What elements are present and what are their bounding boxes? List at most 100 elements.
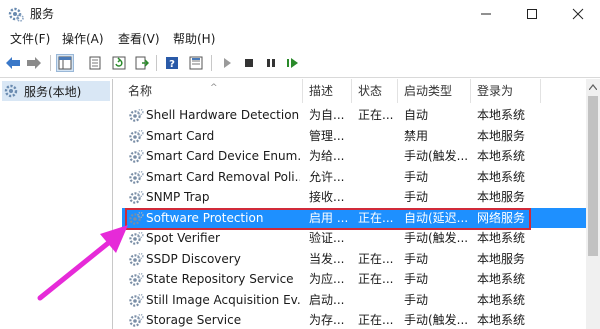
service-status: 正在...: [358, 272, 394, 286]
service-startup-type: 手动: [404, 272, 429, 286]
stop-service-button[interactable]: [240, 54, 258, 72]
service-description: 为给...: [309, 149, 345, 163]
scroll-up-button[interactable]: [586, 79, 600, 95]
service-row[interactable]: SNMP Trap 接收... 手动 本地服务: [122, 187, 586, 208]
service-status: 正在...: [358, 313, 394, 327]
service-status: [358, 187, 396, 207]
menu-bar: 文件(F) 操作(A) 查看(V) 帮助(H): [0, 28, 600, 48]
toolbar-separator: [50, 55, 51, 71]
column-header-log-on-as[interactable]: 登录为: [471, 79, 541, 103]
services-app-icon: [8, 7, 24, 22]
service-name: Shell Hardware Detection: [146, 108, 300, 122]
restart-service-button[interactable]: [284, 54, 302, 72]
service-description: 管理...: [309, 128, 345, 143]
menu-help[interactable]: 帮助(H): [173, 30, 215, 47]
svg-text:?: ?: [169, 59, 175, 70]
scroll-up-arrow-icon: [589, 84, 597, 90]
start-service-icon: [224, 58, 231, 68]
pause-service-icon: [267, 59, 275, 67]
column-header-name-label: 名称: [128, 84, 153, 98]
service-name: Still Image Acquisition Ev...: [146, 292, 300, 307]
service-gear-icon: [129, 190, 144, 204]
service-log-on-as: 网络服务: [477, 210, 526, 225]
back-button[interactable]: [4, 54, 22, 72]
service-row[interactable]: State Repository Service 为应... 正在... 手动 本地系统: [122, 269, 586, 290]
column-header-description[interactable]: 描述: [303, 79, 352, 103]
menu-view[interactable]: 查看(V): [118, 30, 160, 47]
service-name: SNMP Trap: [146, 190, 210, 204]
service-row[interactable]: Spot Verifier 验证... 手动(触发... 本地系统: [122, 228, 586, 249]
export-list-button[interactable]: [133, 54, 151, 72]
service-description: 接收...: [309, 190, 345, 204]
column-header-startup-type[interactable]: 启动类型: [398, 79, 471, 103]
service-row[interactable]: Smart Card Removal Poli... 允许... 手动 本地系统: [122, 167, 586, 188]
service-status: 正在...: [358, 108, 394, 122]
show-hide-console-tree-button[interactable]: [56, 54, 74, 72]
service-status: [358, 146, 396, 166]
service-description: 当发...: [309, 251, 345, 266]
service-log-on-as: 本地系统: [477, 272, 526, 286]
service-row[interactable]: Smart Card Device Enum... 为给... 手动(触发... 本地…: [122, 146, 586, 167]
view-button[interactable]: [187, 54, 205, 72]
service-gear-icon: [129, 108, 144, 122]
start-service-button[interactable]: [218, 54, 236, 72]
window-title: 服务: [30, 7, 55, 21]
service-description: 为自...: [309, 108, 345, 122]
title-bar: 服务: [0, 0, 600, 28]
properties-icon: [89, 56, 101, 70]
minimize-icon: [481, 13, 491, 15]
service-gear-icon: [129, 149, 144, 163]
minimize-button[interactable]: [463, 0, 509, 28]
service-startup-type: 禁用: [404, 128, 429, 143]
console-tree: 服务(本地): [0, 79, 113, 329]
refresh-button[interactable]: [110, 54, 128, 72]
service-description: 为应...: [309, 272, 345, 286]
service-name: Spot Verifier: [146, 231, 220, 245]
menu-action[interactable]: 操作(A): [62, 30, 104, 47]
service-startup-type: 自动(延迟...: [404, 210, 468, 225]
service-row[interactable]: Still Image Acquisition Ev... 启动... 手动 本地系统: [122, 290, 586, 311]
service-name: State Repository Service: [146, 272, 294, 286]
column-header-name[interactable]: ^ 名称: [122, 79, 303, 103]
service-row[interactable]: Storage Service 为存... 正在... 手动(触发... 本地系统: [122, 310, 586, 329]
service-status: [358, 228, 396, 248]
service-gear-icon: [129, 252, 144, 266]
help-icon: ?: [166, 57, 178, 70]
service-startup-type: 手动(触发...: [404, 313, 468, 327]
service-log-on-as: 本地服务: [477, 128, 526, 143]
toolbar: ?: [0, 48, 600, 78]
forward-button[interactable]: [25, 54, 43, 72]
stop-service-icon: [245, 59, 253, 67]
service-name: Storage Service: [146, 313, 242, 327]
forward-icon: [27, 57, 41, 69]
pause-service-button[interactable]: [262, 54, 280, 72]
properties-button[interactable]: [86, 54, 104, 72]
service-gear-icon: [129, 129, 144, 143]
export-list-icon: [135, 56, 149, 70]
service-log-on-as: 本地系统: [477, 313, 526, 327]
service-description: 为存...: [309, 313, 345, 327]
vertical-scrollbar[interactable]: [586, 79, 600, 329]
service-row[interactable]: Smart Card 管理... 禁用 本地服务: [122, 126, 586, 147]
close-button[interactable]: [555, 0, 600, 28]
menu-file[interactable]: 文件(F): [10, 30, 50, 47]
restart-service-icon: [287, 58, 298, 68]
help-button[interactable]: ?: [163, 54, 181, 72]
service-log-on-as: 本地系统: [477, 149, 526, 163]
close-icon: [572, 8, 584, 20]
column-header-status[interactable]: 状态: [352, 79, 398, 103]
service-name: Smart Card Device Enum...: [146, 149, 300, 163]
service-description: 启动...: [309, 292, 345, 307]
service-description: 启用 ...: [309, 210, 349, 225]
service-row[interactable]: SSDP Discovery 当发... 正在... 手动 本地服务: [122, 249, 586, 270]
scrollbar-thumb[interactable]: [588, 96, 598, 256]
service-startup-type: 手动(触发...: [404, 149, 468, 163]
show-hide-console-tree-icon: [58, 56, 72, 70]
service-status: [358, 167, 396, 187]
service-row[interactable]: Shell Hardware Detection 为自... 正在... 自动 本地系统: [122, 105, 586, 126]
back-icon: [6, 57, 20, 69]
service-row[interactable]: Software Protection 启用 ... 正在... 自动(延迟... 网络…: [122, 207, 586, 230]
tree-item-services-local[interactable]: 服务(本地): [2, 81, 110, 101]
maximize-button[interactable]: [509, 0, 555, 28]
services-gear-icon: [4, 84, 18, 98]
